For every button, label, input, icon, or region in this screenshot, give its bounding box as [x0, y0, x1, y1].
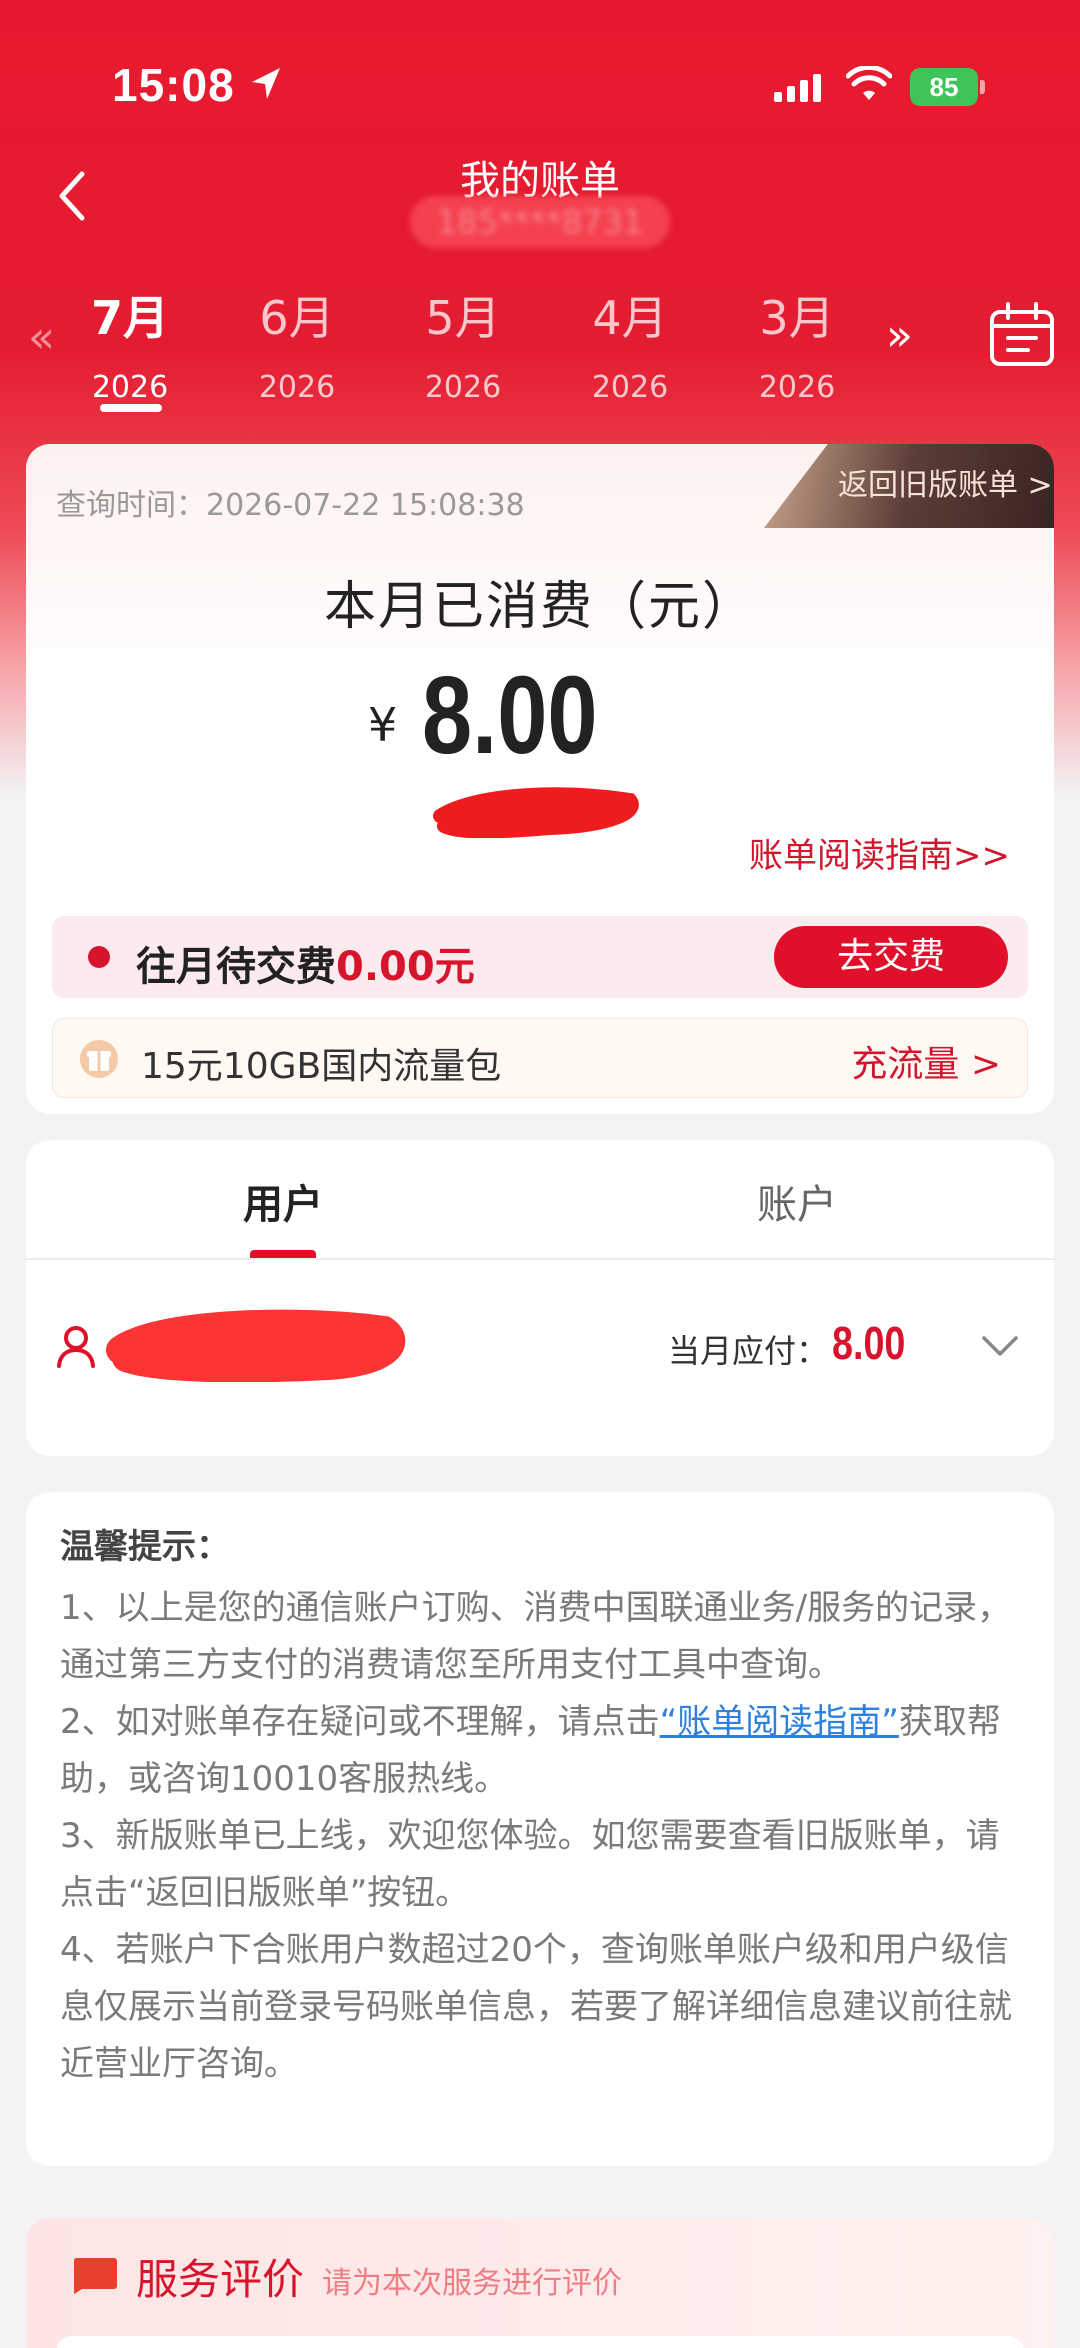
battery-tip: [980, 80, 985, 94]
past-due-label: 往月待交费: [136, 944, 336, 990]
bill-guide-link[interactable]: 账单阅读指南>>: [749, 828, 1010, 877]
active-month-indicator: [100, 404, 162, 412]
data-pack-row[interactable]: 15元10GB国内流量包 充流量 >: [52, 1018, 1028, 1098]
month-label: 3月: [759, 291, 835, 345]
tip-item-3: 3、新版账单已上线，欢迎您体验。如您需要查看旧版账单，请点击“返回旧版账单”按钮…: [60, 1816, 1000, 1913]
gift-icon: [80, 1040, 118, 1078]
query-time: 查询时间：2026-07-22 15:08:38: [56, 488, 525, 523]
prev-months-icon[interactable]: «: [28, 312, 55, 363]
currency-symbol: ¥: [368, 698, 398, 752]
redaction-scribble: [433, 787, 639, 838]
due-dot-icon: [88, 946, 110, 968]
year-label: 2026: [591, 370, 669, 405]
pay-button[interactable]: 去交费: [774, 926, 1008, 988]
user-account-card: 用户 账户 当月应付： 8.00: [26, 1140, 1054, 1456]
month-tab-mar[interactable]: 3月 2026: [727, 282, 867, 405]
tip-item-2: 2、如对账单存在疑问或不理解，请点击“账单阅读指南”获取帮助，或咨询10010客…: [60, 1694, 1020, 1808]
year-label: 2026: [258, 370, 336, 405]
old-bill-button[interactable]: 返回旧版账单 >: [764, 444, 1054, 528]
monthly-due-label: 当月应付：: [668, 1332, 829, 1370]
month-label: 5月: [425, 291, 501, 345]
month-label: 4月: [592, 291, 668, 345]
wifi-icon: [846, 66, 892, 100]
month-label: 7月: [90, 291, 169, 345]
data-pack-text: 15元10GB国内流量包: [141, 1046, 502, 1087]
monthly-due-value: 8.00: [832, 1317, 906, 1369]
divider: [26, 1258, 1054, 1260]
redaction-scribble: [106, 1309, 406, 1382]
month-label: 6月: [259, 291, 335, 345]
active-tab-indicator: [250, 1250, 316, 1258]
bill-summary-card: 查询时间：2026-07-22 15:08:38 返回旧版账单 > 本月已消费（…: [26, 444, 1054, 1114]
chevron-down-icon[interactable]: [980, 1326, 1020, 1366]
tip-item-1: 1、以上是您的通信账户订购、消费中国联通业务/服务的记录，通过第三方支付的消费请…: [60, 1588, 1012, 1685]
battery-level: 85: [910, 68, 978, 106]
year-label: 2026: [758, 370, 836, 405]
year-label: 2026: [91, 370, 169, 405]
consumed-amount: 8.00: [422, 654, 598, 777]
past-due-text: 往月待交费0.00元: [136, 934, 475, 992]
tab-user[interactable]: 用户: [26, 1172, 540, 1230]
user-icon: [57, 1326, 95, 1368]
status-bar: 15:08 85: [0, 0, 1080, 170]
location-arrow-icon: [252, 68, 280, 99]
bill-guide-inline-link[interactable]: “账单阅读指南”: [660, 1702, 899, 1742]
tab-account[interactable]: 账户: [540, 1172, 1054, 1230]
tip-item-4: 4、若账户下合账用户数超过20个，查询账单账户级和用户级信息仅展示当前登录号码账…: [60, 1930, 1012, 2084]
consumed-label: 本月已消费（元）: [323, 577, 756, 637]
next-months-icon[interactable]: »: [886, 310, 913, 361]
service-evaluation-title: 服务评价: [136, 2255, 305, 2304]
past-due-row: 往月待交费0.00元 去交费: [52, 916, 1028, 998]
calendar-icon[interactable]: [988, 302, 1056, 368]
year-label: 2026: [424, 370, 502, 405]
evaluation-panel: [56, 2336, 1024, 2348]
service-evaluation-subtitle: 请为本次服务进行评价: [322, 2266, 622, 2301]
comment-icon: [73, 2258, 117, 2294]
phone-number: 185****8731: [410, 196, 670, 248]
month-tab-jun[interactable]: 6月 2026: [227, 282, 367, 405]
tip-text: 2、如对账单存在疑问或不理解，请点击: [60, 1702, 660, 1742]
month-tab-may[interactable]: 5月 2026: [393, 282, 533, 405]
month-tab-apr[interactable]: 4月 2026: [560, 282, 700, 405]
cellular-signal-icon: [774, 74, 821, 102]
past-due-value: 0.00元: [336, 944, 475, 990]
recharge-data-link[interactable]: 充流量 >: [851, 1035, 1001, 1087]
tips-title: 温馨提示：: [60, 1527, 230, 1567]
service-evaluation-card[interactable]: 服务评价 请为本次服务进行评价: [26, 2218, 1054, 2348]
month-tab-jul[interactable]: 7月 2026: [60, 282, 200, 405]
tips-card: 温馨提示： 1、以上是您的通信账户订购、消费中国联通业务/服务的记录，通过第三方…: [26, 1492, 1054, 2166]
status-time: 15:08: [112, 59, 235, 111]
battery-indicator: 85: [910, 68, 986, 106]
